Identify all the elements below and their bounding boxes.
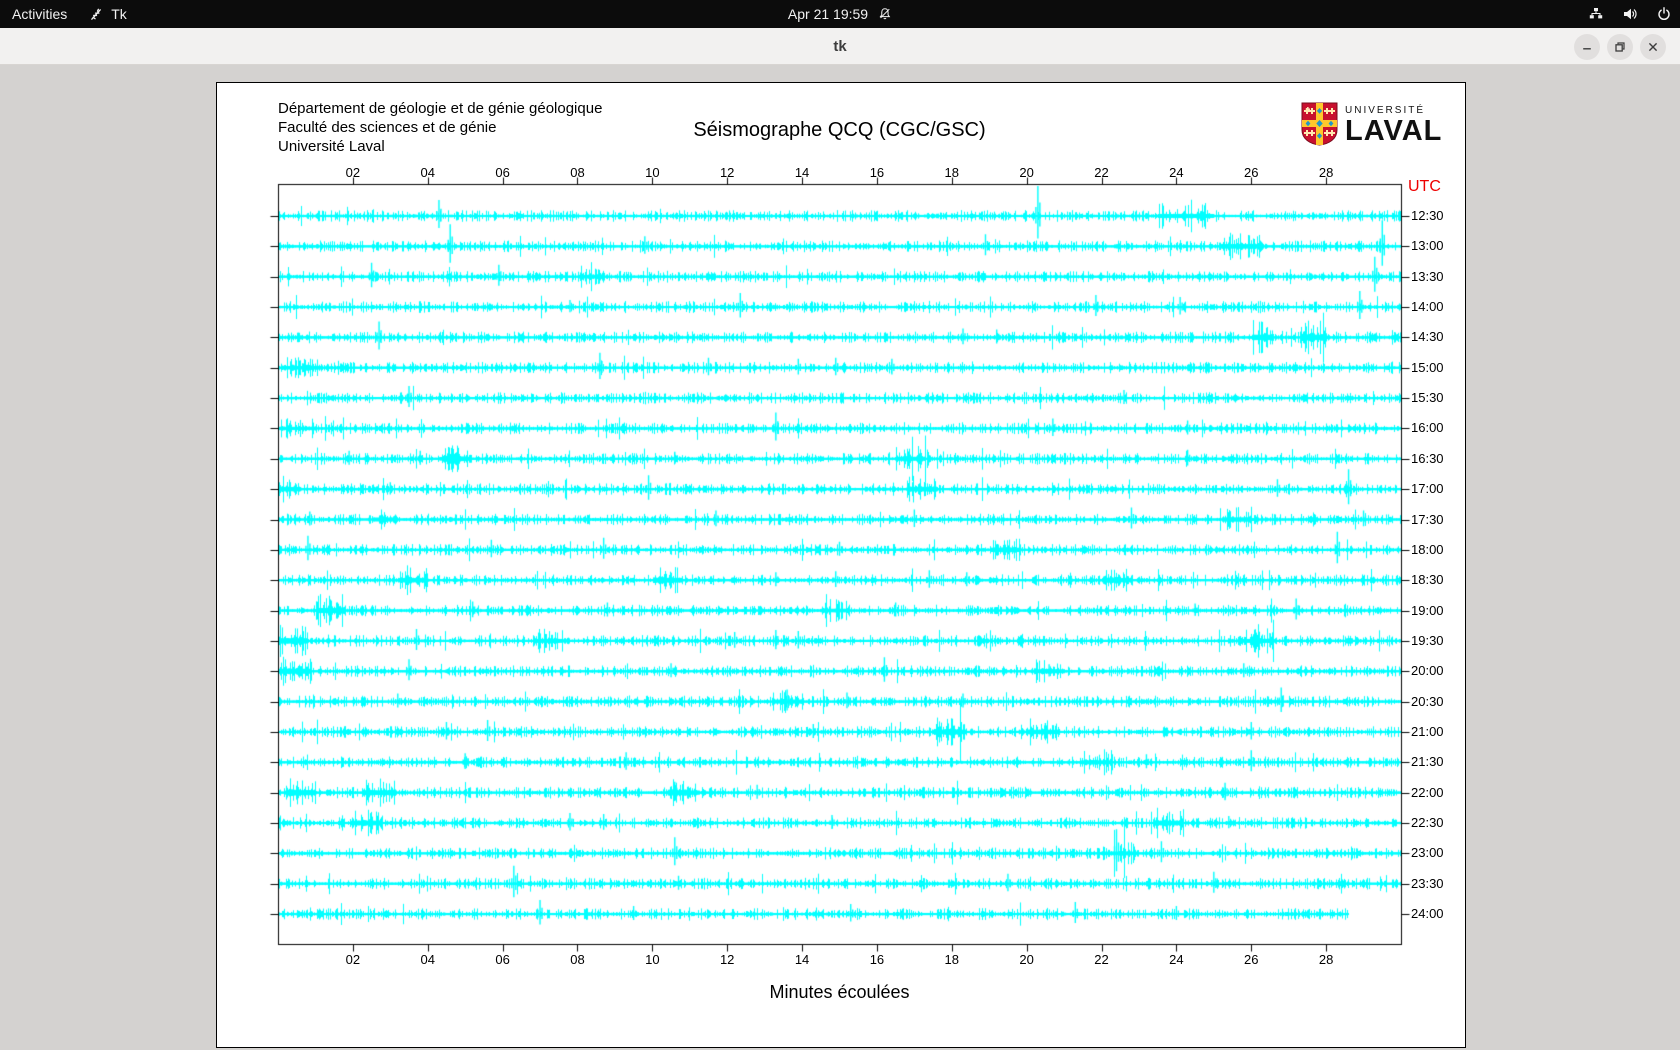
x-tick-label-bottom: 14 [794, 952, 810, 967]
page-title: Séismographe QCQ (CGC/GSC) [693, 119, 986, 141]
x-tick-label-top: 24 [1169, 165, 1184, 180]
x-tick-label-top: 18 [944, 165, 960, 180]
row-time-label: 22:00 [1411, 784, 1444, 800]
minimize-button[interactable] [1574, 33, 1600, 60]
x-tick-label-bottom: 04 [420, 952, 435, 967]
row-time-label: 14:30 [1411, 329, 1444, 345]
bell-muted-icon [878, 7, 892, 21]
clock-label: Apr 21 19:59 [787, 6, 869, 22]
x-tick-label-bottom: 16 [869, 952, 885, 967]
row-time-label: 19:00 [1411, 602, 1444, 618]
row-time-label: 23:00 [1411, 845, 1444, 861]
row-time-label: 17:00 [1411, 481, 1444, 497]
row-time-label: 13:30 [1411, 268, 1444, 284]
x-tick-label-bottom: 08 [570, 952, 585, 967]
row-time-label: 20:30 [1411, 693, 1444, 709]
window-title: tk [833, 37, 847, 55]
x-tick-label-bottom: 28 [1318, 952, 1334, 967]
row-time-label: 18:30 [1411, 572, 1444, 588]
logo-laval-text: LAVAL [1345, 115, 1443, 147]
activities-label: Activities [12, 6, 68, 22]
row-time-label: 13:00 [1411, 238, 1444, 254]
clock-button[interactable]: Apr 21 19:59 [788, 0, 892, 28]
x-tick-label-top: 06 [495, 165, 510, 180]
x-tick-label-bottom: 24 [1169, 952, 1184, 967]
x-tick-label-bottom: 10 [645, 952, 660, 967]
laval-shield-icon [1301, 102, 1338, 146]
row-time-label: 24:00 [1411, 906, 1444, 922]
institution-line-1: Département de géologie et de génie géol… [278, 100, 603, 117]
window-titlebar[interactable]: tk [0, 28, 1680, 65]
universite-laval-logo: UNIVERSITÉ LAVAL [1301, 102, 1442, 146]
row-time-label: 15:30 [1411, 390, 1444, 406]
seismograph-canvas: Département de géologie et de génie géol… [216, 82, 1467, 1049]
row-time-label: 19:30 [1411, 632, 1444, 648]
maximize-icon [1615, 41, 1625, 52]
x-tick-label-top: 20 [1019, 165, 1034, 180]
x-tick-label-top: 12 [719, 165, 735, 180]
row-time-label: 14:00 [1411, 299, 1444, 315]
x-tick-label-bottom: 22 [1094, 952, 1109, 967]
x-tick-label-top: 26 [1244, 165, 1259, 180]
row-time-label: 16:00 [1411, 420, 1444, 436]
close-button[interactable] [1640, 33, 1666, 60]
row-time-label: 18:00 [1411, 541, 1444, 557]
activities-button[interactable]: Activities [0, 0, 79, 28]
app-indicator-tk[interactable]: Tk [79, 0, 137, 28]
x-tick-label-bottom: 20 [1019, 952, 1034, 967]
row-time-label: 20:00 [1411, 663, 1444, 679]
x-tick-label-top: 08 [570, 165, 585, 180]
helicorder-traces [217, 83, 1467, 1049]
x-tick-label-top: 02 [345, 165, 361, 180]
x-tick-label-top: 22 [1094, 165, 1109, 180]
row-time-label: 21:00 [1411, 723, 1444, 739]
x-axis-title: Minutes écoulées [769, 982, 910, 1002]
tk-feather-icon [89, 7, 104, 22]
maximize-button[interactable] [1607, 33, 1633, 60]
x-tick-label-top: 28 [1318, 165, 1334, 180]
x-tick-label-bottom: 26 [1244, 952, 1259, 967]
utc-axis-title: UTC [1408, 178, 1441, 195]
close-icon [1648, 42, 1658, 51]
tk-window-body: Département de géologie et de génie géol… [0, 65, 1680, 1050]
row-time-label: 22:30 [1411, 815, 1444, 830]
x-tick-label-bottom: 06 [495, 952, 510, 967]
x-tick-label-top: 16 [869, 165, 885, 180]
power-icon[interactable] [1656, 6, 1672, 22]
x-tick-label-bottom: 18 [944, 952, 960, 967]
x-tick-label-top: 14 [794, 165, 810, 180]
row-time-label: 12:30 [1411, 208, 1444, 223]
x-tick-label-top: 10 [645, 165, 660, 180]
row-time-label: 21:30 [1411, 754, 1444, 770]
row-time-label: 17:30 [1411, 511, 1444, 527]
x-tick-label-top: 04 [420, 165, 435, 180]
x-tick-label-bottom: 02 [345, 952, 361, 967]
row-time-label: 23:30 [1411, 875, 1444, 891]
volume-icon[interactable] [1622, 6, 1638, 22]
gnome-top-bar: Activities Tk Apr 21 19:59 [0, 0, 1680, 28]
minimize-icon [1583, 47, 1591, 50]
row-time-label: 15:00 [1411, 359, 1444, 375]
row-time-label: 16:30 [1411, 450, 1444, 466]
x-tick-label-bottom: 12 [719, 952, 735, 967]
app-indicator-label: Tk [111, 6, 127, 22]
network-icon[interactable] [1588, 6, 1604, 22]
